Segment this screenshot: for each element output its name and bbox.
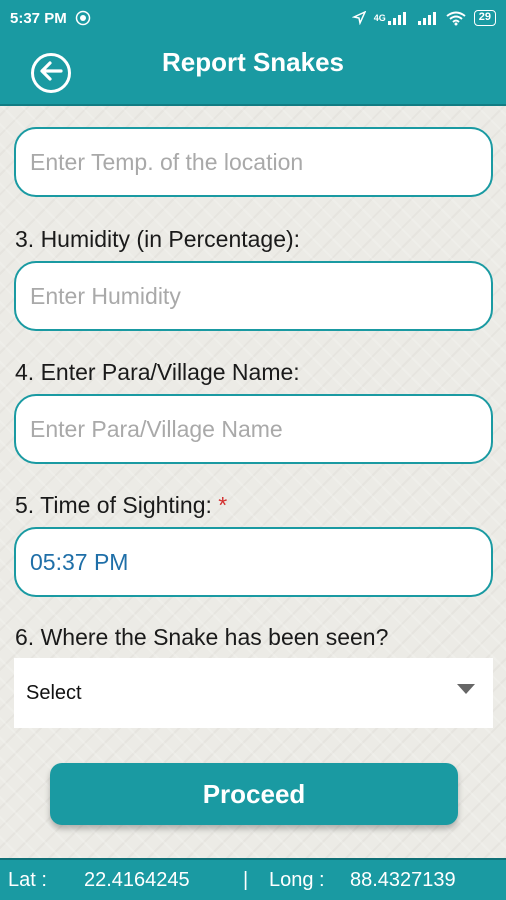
status-bar: 5:37 PM 4G 29 [0,0,506,36]
app-bar: Report Snakes [0,36,506,106]
location-select[interactable]: Select [14,658,493,728]
network-type: 4G [373,13,386,23]
location-label: 6. Where the Snake has been seen? [15,624,389,650]
signal-icon: 4G [374,11,408,25]
time-input[interactable]: 05:37 PM [14,527,493,597]
village-label: 4. Enter Para/Village Name: [15,359,300,385]
location-select-value: Select [26,681,82,704]
battery-icon: 29 [473,10,496,26]
village-input[interactable]: Enter Para/Village Name [14,394,493,464]
status-icons: 4G 29 [351,10,496,26]
lat-label: Lat : [8,868,47,891]
required-mark: * [218,492,228,518]
long-value: 88.4327139 [350,868,456,891]
time-label-text: 5. Time of Sighting: [15,492,212,518]
lat-value: 22.4164245 [84,868,190,891]
temp-input[interactable]: Enter Temp. of the location [14,127,493,197]
humidity-label: 3. Humidity (in Percentage): [15,226,301,252]
coordinates-bar: Lat : 22.4164245 | Long : 88.4327139 [0,858,506,900]
form-content: Enter Temp. of the location 3. Humidity … [0,106,506,858]
coord-separator: | [243,868,249,891]
long-label: Long : [269,868,325,891]
location-icon [351,11,366,25]
page-title: Report Snakes [161,46,345,77]
dropdown-arrow-icon [457,684,475,694]
time-label: 5. Time of Sighting: * [15,492,227,519]
status-time: 5:37 PM [10,9,67,27]
app-icon [75,10,91,26]
proceed-button[interactable]: Proceed [50,763,458,825]
wifi-icon [446,11,466,26]
back-button[interactable] [31,53,71,93]
signal-icon-2 [416,11,438,25]
back-arrow-icon [39,60,63,87]
humidity-input[interactable]: Enter Humidity [14,261,493,331]
